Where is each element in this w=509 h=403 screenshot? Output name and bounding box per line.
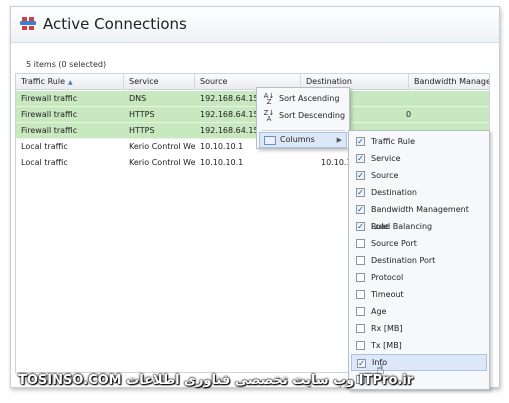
table-row[interactable]: Firewall traffic HTTPS 192.168.64.15 0 [16, 107, 489, 123]
column-option-label: Destination [371, 188, 417, 197]
cell-service: Kerio Control We... [129, 142, 195, 151]
cell-traffic-rule: Firewall traffic [21, 94, 78, 103]
sort-ascending-icon: A↓ Z [263, 92, 275, 106]
menu-item-label: Sort Ascending [279, 94, 340, 103]
cell-destination: 0 [406, 110, 412, 119]
cell-service: HTTPS [129, 110, 155, 119]
cell-traffic-rule: Firewall traffic [21, 110, 78, 119]
column-option-label: Timeout [371, 290, 404, 299]
checkbox-checked-icon[interactable]: ✓ [356, 171, 365, 180]
checkbox-unchecked-icon[interactable] [356, 239, 365, 248]
column-header-label: Destination [306, 77, 352, 86]
column-option-rx[interactable]: Rx [MB] [351, 320, 487, 337]
checkbox-unchecked-icon[interactable] [356, 324, 365, 333]
column-header-traffic-rule[interactable]: Traffic Rule ▲ [16, 74, 124, 90]
column-option-source-port[interactable]: Source Port [351, 235, 487, 252]
menu-item-sort-ascending[interactable]: A↓ Z Sort Ascending [259, 91, 347, 107]
cell-service: HTTPS [129, 126, 155, 135]
columns-submenu: ✓ Traffic Rule ✓ Service ✓ Source ✓ Dest… [348, 130, 490, 390]
checkbox-checked-icon[interactable]: ✓ [356, 205, 365, 214]
cell-source: 10.10.10.1 [200, 158, 244, 167]
cell-service: Kerio Control We... [129, 158, 195, 167]
column-option-age[interactable]: Age [351, 303, 487, 320]
checkbox-checked-icon[interactable]: ✓ [356, 222, 365, 231]
column-option-source[interactable]: ✓ Source [351, 167, 487, 184]
network-connections-icon [20, 17, 36, 30]
column-option-traffic-rule[interactable]: ✓ Traffic Rule [351, 133, 487, 150]
cell-source: 192.168.64.15 [200, 94, 257, 103]
column-option-info[interactable]: ✓ Info [351, 354, 487, 371]
column-option-destination[interactable]: ✓ Destination [351, 184, 487, 201]
sort-descending-icon: Z↓ A [263, 109, 275, 123]
menu-item-label: Sort Descending [279, 111, 346, 120]
menu-item-columns[interactable]: Columns ▶ [259, 132, 347, 148]
column-header-label: Service [129, 77, 159, 86]
column-option-load-balancing[interactable]: ✓ Load Balancing [351, 218, 487, 235]
checkbox-unchecked-icon[interactable] [356, 256, 365, 265]
column-option-label: Source [371, 171, 399, 180]
cell-source: 192.168.64.15 [200, 110, 257, 119]
column-option-bandwidth-management-rule[interactable]: ✓ Bandwidth Management Rule [351, 201, 487, 231]
column-header-label: Bandwidth Manageme [414, 77, 490, 86]
column-option-label: Rx [MB] [371, 324, 403, 333]
cell-traffic-rule: Local traffic [21, 142, 68, 151]
grid-header: Traffic Rule ▲ Service Source Destination… [16, 74, 489, 90]
column-option-label: Age [371, 307, 387, 316]
column-option-service[interactable]: ✓ Service [351, 150, 487, 167]
column-option-label: Traffic Rule [371, 137, 415, 146]
column-option-label: Tx [MB] [371, 341, 402, 350]
cell-source: 192.168.64.15 [200, 126, 257, 135]
column-option-label: Load Balancing [371, 222, 433, 231]
title-bar: Active Connections [11, 7, 499, 43]
column-option-timeout[interactable]: Timeout [351, 286, 487, 303]
column-option-label: Source Port [371, 239, 417, 248]
menu-item-label: Columns [280, 135, 315, 144]
cell-source: 10.10.10.1 [200, 142, 244, 151]
checkbox-checked-icon[interactable]: ✓ [356, 188, 365, 197]
column-header-label: Traffic Rule [21, 77, 65, 86]
column-option-protocol[interactable]: Protocol [351, 269, 487, 286]
checkbox-checked-icon[interactable]: ✓ [356, 137, 365, 146]
checkbox-unchecked-icon[interactable] [356, 341, 365, 350]
checkbox-checked-icon[interactable]: ✓ [357, 359, 366, 368]
submenu-arrow-icon: ▶ [336, 136, 342, 144]
cell-traffic-rule: Local traffic [21, 158, 68, 167]
column-header-bandwidth-management[interactable]: Bandwidth Manageme [409, 74, 490, 90]
column-header-label: Source [200, 77, 228, 86]
column-option-destination-port[interactable]: Destination Port [351, 252, 487, 269]
checkbox-checked-icon[interactable]: ✓ [356, 154, 365, 163]
column-option-label: Destination Port [371, 256, 436, 265]
watermark-text: TOSINSO.COM وب سایت تخصصی فناوری اطلاعات… [18, 373, 414, 388]
checkbox-unchecked-icon[interactable] [356, 290, 365, 299]
column-option-label: Protocol [371, 273, 404, 282]
column-context-menu: A↓ Z Sort Ascending Z↓ A Sort Descending C… [256, 87, 350, 149]
column-header-service[interactable]: Service [124, 74, 195, 90]
table-row[interactable]: Firewall traffic DNS 192.168.64.15 [16, 91, 489, 107]
window-title: Active Connections [43, 15, 187, 33]
item-count-label: 5 items (0 selected) [26, 60, 107, 69]
sort-ascending-indicator-icon: ▲ [68, 79, 73, 86]
checkbox-unchecked-icon[interactable] [356, 307, 365, 316]
menu-item-sort-descending[interactable]: Z↓ A Sort Descending [259, 108, 347, 124]
columns-icon [264, 136, 276, 145]
column-option-label: Service [371, 154, 401, 163]
column-option-tx[interactable]: Tx [MB] [351, 337, 487, 354]
menu-separator [261, 130, 345, 131]
cell-traffic-rule: Firewall traffic [21, 126, 78, 135]
cell-service: DNS [129, 94, 147, 103]
checkbox-unchecked-icon[interactable] [356, 273, 365, 282]
